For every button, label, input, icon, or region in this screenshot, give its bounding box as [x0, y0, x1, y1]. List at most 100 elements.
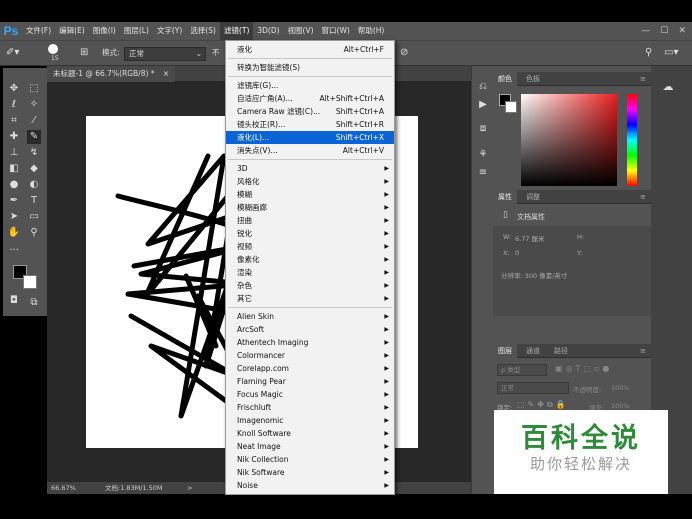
paint-bucket-tool-icon[interactable]: ◆ — [27, 162, 41, 176]
menu-item[interactable]: 图像(I) — [89, 22, 120, 40]
hand-tool-icon[interactable]: ✋ — [7, 226, 21, 240]
filter-menu-item[interactable]: 扭曲 ▶ — [226, 214, 394, 227]
filter-menu-item[interactable]: Camera Raw 滤镜(C)... Shift+Ctrl+A — [226, 105, 394, 118]
filter-menu-item[interactable]: 视频 ▶ — [226, 240, 394, 253]
eyedropper-tool-icon[interactable]: ⁄ — [27, 114, 41, 128]
magic-wand-tool-icon[interactable]: ✧ — [27, 98, 41, 112]
menu-item[interactable]: 图层(L) — [120, 22, 153, 40]
blur-tool-icon[interactable]: ● — [7, 178, 21, 192]
history-panel-icon[interactable]: ⎌ — [476, 80, 490, 94]
filter-menu-item[interactable]: Nik Collection ▶ — [226, 453, 394, 466]
filter-menu-item[interactable]: Focus Magic ▶ — [226, 388, 394, 401]
filter-menu-item[interactable]: 消失点(V)... Alt+Ctrl+V — [226, 144, 394, 157]
filter-menu-item[interactable]: Flaming Pear ▶ — [226, 375, 394, 388]
color-field[interactable] — [521, 94, 617, 186]
filter-menu-item[interactable]: 滤镜库(G)... — [226, 79, 394, 92]
filter-menu-item[interactable]: Nik Software ▶ — [226, 466, 394, 479]
brush-tool-icon[interactable]: ✐▾ — [6, 47, 19, 58]
filter-menu-item[interactable]: 模糊 ▶ — [226, 188, 394, 201]
dodge-tool-icon[interactable]: ◐ — [27, 178, 41, 192]
pen-tool-icon[interactable]: ✒ — [7, 194, 21, 208]
layer-kind-filter[interactable]: ρ 类型 — [497, 364, 547, 376]
panel-menu-icon[interactable]: ≡ — [635, 344, 651, 358]
marquee-tool-icon[interactable]: ⬚ — [27, 82, 41, 96]
background-color-swatch[interactable] — [23, 275, 37, 289]
filter-menu-item[interactable]: 像素化 ▶ — [226, 253, 394, 266]
tab-properties[interactable]: 属性 — [493, 190, 517, 204]
maximize-button[interactable]: ☐ — [660, 22, 668, 40]
filter-menu-item[interactable]: 模糊画廊 ▶ — [226, 201, 394, 214]
history-brush-tool-icon[interactable]: ↯ — [27, 146, 41, 160]
menu-item[interactable]: 视图(V) — [284, 22, 318, 40]
document-tab[interactable]: 未标题-1 @ 66.7%(RGB/8) * × — [47, 66, 176, 82]
filter-menu-item[interactable]: 其它 ▶ — [226, 292, 394, 305]
menu-item[interactable]: 窗口(W) — [318, 22, 354, 40]
filter-menu-item[interactable]: 杂色 ▶ — [226, 279, 394, 292]
opacity-value[interactable]: 100% — [611, 384, 630, 392]
clone-stamp-tool-icon[interactable]: ⊥ — [7, 146, 21, 160]
screen-mode-icon[interactable]: ⧉ — [27, 296, 41, 310]
eraser-tool-icon[interactable]: ◧ — [7, 162, 21, 176]
filter-menu-item[interactable]: Colormancer ▶ — [226, 349, 394, 362]
pressure-size-icon[interactable]: ⊘ — [400, 47, 408, 58]
healing-brush-tool-icon[interactable]: ✚ — [7, 130, 21, 144]
filter-menu-item[interactable]: 自适应广角(A)... Alt+Shift+Ctrl+A — [226, 92, 394, 105]
lasso-tool-icon[interactable]: ℓ — [7, 98, 21, 112]
tab-color[interactable]: 颜色 — [493, 72, 517, 86]
properties-panel-icon[interactable]: ⧈ — [476, 122, 490, 136]
color-background-swatch[interactable] — [505, 101, 517, 113]
mode-select[interactable]: 正常 ⌄ — [124, 47, 206, 61]
panel-menu-icon[interactable]: ≡ — [635, 72, 651, 86]
filter-menu-item[interactable]: Neat Image ▶ — [226, 440, 394, 453]
type-tool-icon[interactable]: T — [27, 194, 41, 208]
blend-mode-select[interactable]: 正常 — [497, 382, 569, 394]
more-tools-icon[interactable]: ··· — [7, 244, 21, 258]
tab-paths[interactable]: 路径 — [549, 344, 573, 358]
menu-item[interactable]: 选择(S) — [186, 22, 220, 40]
minimize-button[interactable]: — — [641, 22, 650, 40]
filter-menu-item[interactable]: 锐化 ▶ — [226, 227, 394, 240]
brush-presets-icon[interactable]: ≡ — [476, 166, 490, 180]
zoom-tool-icon[interactable]: ⚲ — [27, 226, 41, 240]
filter-menu-item[interactable]: Knoll Software ▶ — [226, 427, 394, 440]
brush-panel-icon[interactable]: ⊞ — [80, 47, 88, 58]
filter-menu-item[interactable]: Athentech Imaging ▶ — [226, 336, 394, 349]
filter-menu-item[interactable]: 镜头校正(R)... Shift+Ctrl+R — [226, 118, 394, 131]
filter-menu-item[interactable]: 渲染 ▶ — [226, 266, 394, 279]
hue-slider[interactable] — [627, 94, 637, 186]
close-button[interactable]: ✕ — [678, 22, 686, 40]
filter-menu-item[interactable]: 风格化 ▶ — [226, 175, 394, 188]
layer-filter-icons[interactable]: ▣◎T⬚▫● — [555, 364, 612, 373]
tab-adjustments[interactable]: 调整 — [521, 190, 545, 204]
tab-layers[interactable]: 图层 — [493, 344, 517, 358]
status-menu-arrow[interactable]: > — [187, 482, 192, 494]
filter-menu-item[interactable]: 液化(L)... Shift+Ctrl+X — [226, 131, 394, 144]
tab-swatches[interactable]: 色板 — [521, 72, 545, 86]
filter-menu-item[interactable]: Imagenomic ▶ — [226, 414, 394, 427]
filter-menu-item[interactable]: Corelapp.com ▶ — [226, 362, 394, 375]
workspace-icon[interactable]: ▭▾ — [664, 47, 678, 58]
move-tool-icon[interactable]: ✥ — [7, 82, 21, 96]
crop-tool-icon[interactable]: ⌗ — [7, 114, 21, 128]
menu-item[interactable]: 文件(F) — [22, 22, 55, 40]
lock-icons[interactable]: ⬚✎✥⧉🔒 — [517, 400, 569, 410]
close-tab-icon[interactable]: × — [163, 69, 169, 78]
brush-tool-icon[interactable]: ✎ — [27, 130, 41, 144]
filter-menu-item[interactable]: ArcSoft ▶ — [226, 323, 394, 336]
menu-item[interactable]: 文字(Y) — [153, 22, 186, 40]
fill-value[interactable]: 100% — [611, 402, 630, 410]
filter-menu-item[interactable]: Noise ▶ — [226, 479, 394, 492]
filter-menu-item[interactable]: 3D ▶ — [226, 162, 394, 175]
menu-item[interactable]: 帮助(H) — [354, 22, 389, 40]
path-selection-tool-icon[interactable]: ➤ — [7, 210, 21, 224]
libraries-panel-icon[interactable]: ☁ — [661, 80, 675, 94]
panel-menu-icon[interactable]: ≡ — [635, 190, 651, 204]
filter-menu-item[interactable]: 转换为智能滤镜(S) — [226, 61, 394, 74]
filter-menu-item[interactable]: Alien Skin ▶ — [226, 310, 394, 323]
search-icon[interactable]: ⚲ — [645, 47, 652, 58]
menu-item[interactable]: 3D(D) — [253, 22, 283, 40]
filter-menu-item[interactable]: Frischluft ▶ — [226, 401, 394, 414]
filter-menu-item[interactable]: 液化 Alt+Ctrl+F — [226, 43, 394, 56]
tab-channels[interactable]: 通道 — [521, 344, 545, 358]
width-value[interactable]: 6.77 厘米 — [515, 233, 545, 243]
